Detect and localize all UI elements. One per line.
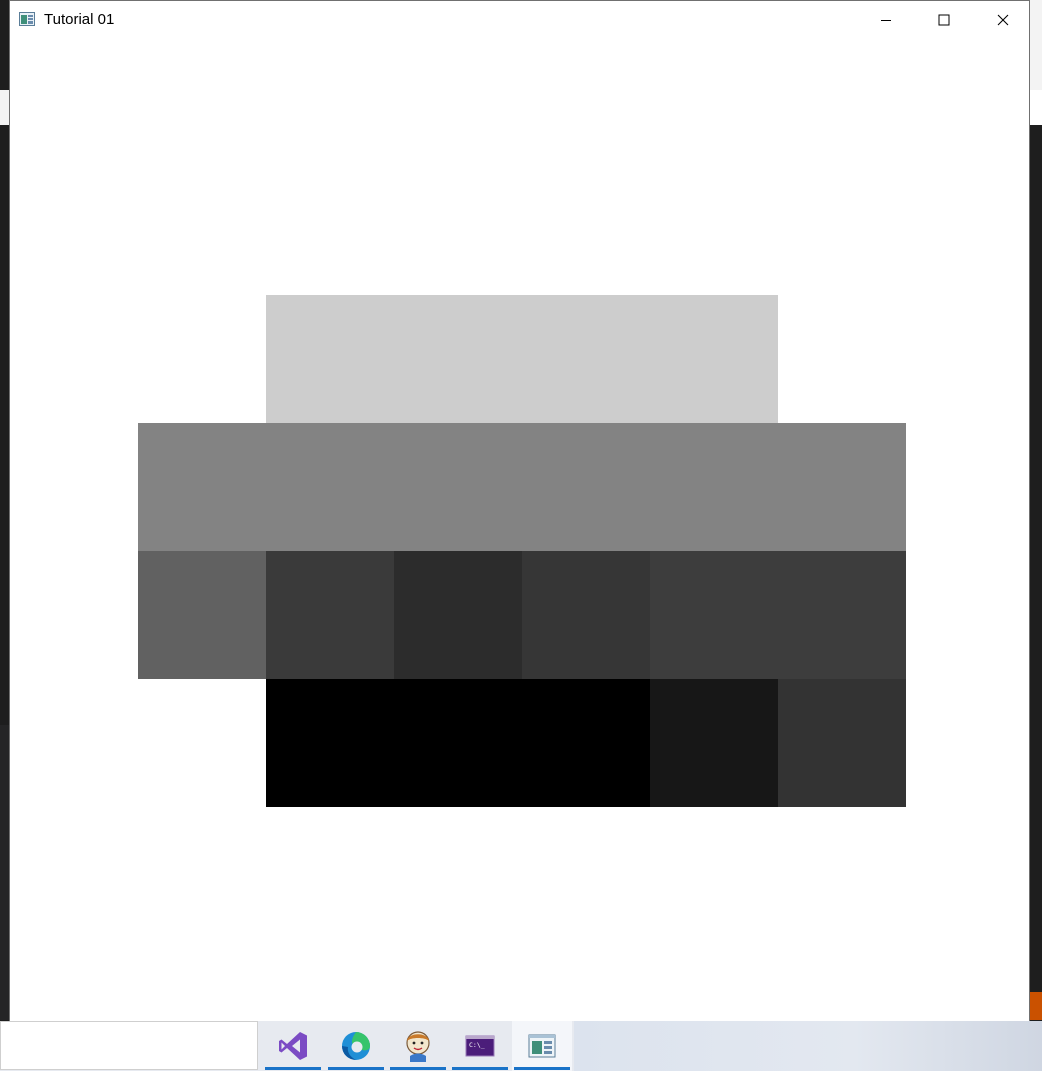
taskbar-running-indicator [514, 1067, 570, 1070]
canvas-tile [266, 551, 394, 679]
taskbar-running-indicator [265, 1067, 321, 1070]
canvas-tile [522, 423, 650, 551]
close-button[interactable] [974, 1, 1032, 39]
canvas-tile [394, 295, 522, 423]
window-app-icon [528, 1034, 556, 1058]
canvas-tile [138, 423, 266, 551]
svg-text:C:\_: C:\_ [469, 1041, 485, 1049]
canvas-tile [394, 679, 522, 807]
terminal-icon: C:\_ [465, 1035, 495, 1057]
canvas-tile [778, 679, 906, 807]
close-icon [997, 14, 1009, 26]
canvas-tile [650, 551, 778, 679]
taskbar-item-terminal[interactable]: C:\_ [450, 1021, 510, 1071]
canvas-tile [778, 423, 906, 551]
taskbar-item-tutorial-window[interactable] [512, 1021, 572, 1071]
taskbar: C:\_ [0, 1021, 1042, 1071]
taskbar-running-indicator [390, 1067, 446, 1070]
taskbar-empty-area [574, 1021, 1042, 1071]
edge-icon [342, 1032, 370, 1060]
window-title: Tutorial 01 [44, 11, 115, 28]
taskbar-item-visual-studio[interactable] [263, 1021, 323, 1071]
canvas-tile [650, 423, 778, 551]
background-statusbar-right [1030, 992, 1042, 1020]
canvas-tile [522, 679, 650, 807]
minimize-icon [881, 20, 891, 21]
taskbar-item-edge[interactable] [326, 1021, 386, 1071]
maximize-icon [938, 14, 950, 26]
canvas-tile [266, 295, 394, 423]
canvas-tile [522, 295, 650, 423]
canvas-tile [778, 551, 906, 679]
background-toolbar-right [1030, 90, 1042, 125]
window-app-icon [19, 12, 35, 26]
canvas-tile [522, 551, 650, 679]
canvas-tile [394, 423, 522, 551]
taskbar-running-indicator [328, 1067, 384, 1070]
app-window[interactable]: Tutorial 01 [9, 0, 1030, 1021]
canvas-tile [650, 679, 778, 807]
taskbar-running-indicator [452, 1067, 508, 1070]
canvas-tile [650, 295, 778, 423]
canvas-tile [138, 551, 266, 679]
canvas-tile [266, 423, 394, 551]
cartoon-avatar-icon [406, 1031, 430, 1062]
visual-studio-icon [279, 1032, 307, 1060]
taskbar-search-box[interactable] [0, 1021, 258, 1070]
taskbar-item-avatar-app[interactable] [388, 1021, 448, 1071]
canvas-tile [394, 551, 522, 679]
canvas-tile [266, 679, 394, 807]
title-bar[interactable]: Tutorial 01 [10, 1, 1029, 39]
background-editor-right [1030, 0, 1042, 1020]
render-canvas[interactable] [10, 39, 1029, 1021]
minimize-button[interactable] [857, 1, 915, 39]
maximize-button[interactable] [915, 1, 973, 39]
